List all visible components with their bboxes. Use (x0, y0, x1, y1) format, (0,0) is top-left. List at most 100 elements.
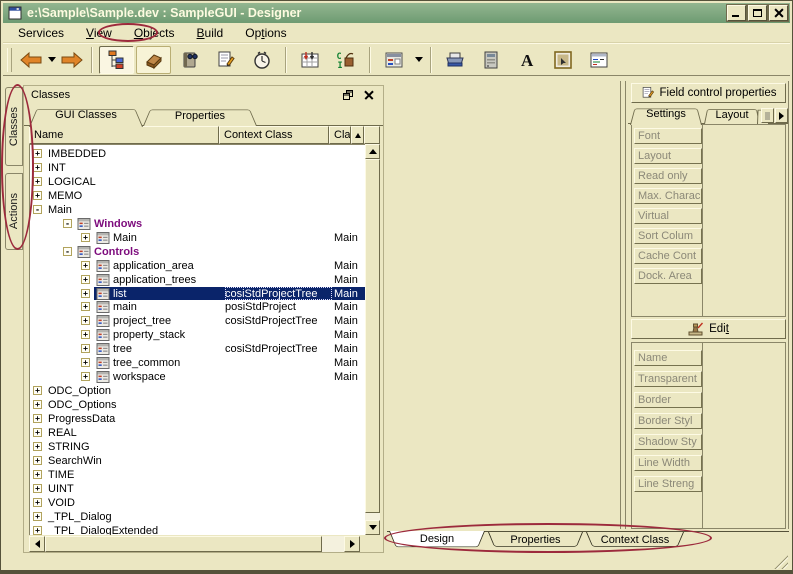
expand-icon[interactable]: + (33, 163, 42, 172)
expand-icon[interactable]: + (81, 261, 90, 270)
field-control-properties-button[interactable]: Field control properties (631, 83, 786, 103)
tree-row-time[interactable]: +TIME (30, 468, 365, 482)
column-header-name[interactable]: Name (29, 126, 219, 144)
property-button-dock-area[interactable]: Dock. Area (634, 268, 702, 284)
menu-build[interactable]: Build (186, 25, 235, 41)
scroll-down-button[interactable] (365, 520, 380, 535)
tree-row-int[interactable]: +INT (30, 161, 365, 175)
tree-row-odc-options[interactable]: +ODC_Options (30, 398, 365, 412)
scroll-left-button[interactable] (29, 536, 45, 552)
tab-gui-classes[interactable]: GUI Classes (29, 106, 143, 127)
tree-row-memo[interactable]: +MEMO (30, 189, 365, 203)
edit-document-button[interactable] (208, 46, 244, 74)
tree-row-main[interactable]: +MainMain (30, 231, 365, 245)
image-editor-button[interactable] (545, 46, 581, 74)
expand-icon[interactable]: + (33, 400, 42, 409)
tree-row-main[interactable]: +mainposiStdProjectMain (30, 300, 365, 314)
classes-panel-titlebar[interactable]: Classes (24, 86, 383, 104)
tree-row-application-trees[interactable]: +application_treesMain (30, 273, 365, 287)
form-window-dropdown-button[interactable] (412, 46, 425, 74)
form-window-button[interactable] (376, 46, 412, 74)
import-table-button[interactable] (292, 46, 328, 74)
expand-icon[interactable]: + (33, 470, 42, 479)
tab-scroll-right-button[interactable] (775, 108, 788, 123)
collapse-icon[interactable]: - (63, 247, 72, 256)
expand-icon[interactable]: + (33, 442, 42, 451)
bottom-tab-context-class[interactable]: Context Class (586, 532, 684, 549)
tree-row-windows[interactable]: -Windows (30, 217, 365, 231)
float-panel-button[interactable] (341, 88, 355, 102)
expand-icon[interactable]: + (81, 330, 90, 339)
tree-row-progressdata[interactable]: +ProgressData (30, 412, 365, 426)
property-button-name[interactable]: Name (634, 350, 702, 366)
tree-row-void[interactable]: +VOID (30, 496, 365, 510)
expand-icon[interactable]: + (81, 372, 90, 381)
expand-icon[interactable]: + (33, 484, 42, 493)
expand-icon[interactable]: + (81, 344, 90, 353)
maximize-button[interactable] (748, 5, 767, 21)
expand-icon[interactable]: + (33, 512, 42, 521)
property-button-transparent[interactable]: Transparent (634, 371, 702, 387)
menu-view[interactable]: View (75, 25, 123, 41)
toolbar-grip[interactable] (7, 48, 12, 72)
expand-icon[interactable]: + (81, 289, 90, 298)
expand-icon[interactable]: + (33, 191, 42, 200)
expand-icon[interactable]: + (33, 428, 42, 437)
splitter[interactable] (625, 81, 626, 529)
property-button-read-only[interactable]: Read only (634, 168, 702, 184)
collapse-icon[interactable]: - (63, 219, 72, 228)
machine-button[interactable] (473, 46, 509, 74)
library-book-button[interactable] (172, 46, 208, 74)
print-button[interactable] (437, 46, 473, 74)
tree-horizontal-scrollbar[interactable] (29, 536, 360, 552)
horizontal-scroll-thumb[interactable] (45, 536, 322, 552)
class-hierarchy-view-button[interactable] (99, 46, 134, 74)
tree-row-uint[interactable]: +UINT (30, 482, 365, 496)
menu-options[interactable]: Options (234, 25, 297, 41)
dock-tab-classes[interactable]: Classes (5, 87, 23, 166)
minimize-button[interactable] (727, 5, 746, 21)
tree-row-property-stack[interactable]: +property_stackMain (30, 328, 365, 342)
collapse-icon[interactable]: - (33, 205, 42, 214)
sort-ascending-button[interactable] (351, 126, 364, 144)
resize-grip[interactable] (772, 553, 788, 569)
expand-icon[interactable]: + (81, 302, 90, 311)
tree-row-tpl-dialogextended[interactable]: +_TPL_DialogExtended (30, 524, 365, 535)
navigate-forward-button[interactable] (58, 46, 86, 74)
eraser-tool-button[interactable] (136, 46, 171, 74)
tree-row-imbedded[interactable]: +IMBEDDED (30, 147, 365, 161)
expand-icon[interactable]: + (33, 386, 42, 395)
property-button-line-streng[interactable]: Line Streng (634, 476, 702, 492)
scroll-right-button[interactable] (344, 536, 360, 552)
tree-row-string[interactable]: +STRING (30, 440, 365, 454)
tree-row-list[interactable]: +listcosiStdProjectTreeMain (30, 287, 365, 301)
bottom-tab-design[interactable]: Design (389, 531, 485, 550)
expand-icon[interactable]: + (33, 498, 42, 507)
expand-icon[interactable]: + (33, 526, 42, 535)
tree-vertical-scrollbar[interactable] (365, 144, 380, 535)
property-button-max-charac[interactable]: Max. Charac (634, 188, 702, 204)
tree-row-workspace[interactable]: +workspaceMain (30, 370, 365, 384)
property-button-font[interactable]: Font (634, 128, 702, 144)
menu-objects[interactable]: Objects (123, 25, 186, 41)
expand-icon[interactable]: + (81, 358, 90, 367)
tree-row-logical[interactable]: +LOGICAL (30, 175, 365, 189)
tree-row-odc-option[interactable]: +ODC_Option (30, 384, 365, 398)
navigate-back-button[interactable] (17, 46, 45, 74)
property-button-line-width[interactable]: Line Width (634, 455, 702, 471)
close-panel-button[interactable] (362, 88, 376, 102)
expand-icon[interactable]: + (33, 177, 42, 186)
tab-layout[interactable]: Layout (704, 107, 760, 124)
property-button-cache-cont[interactable]: Cache Cont (634, 248, 702, 264)
font-button[interactable] (509, 46, 545, 74)
tab-scroll-left-button[interactable] (761, 108, 774, 123)
expand-icon[interactable]: + (33, 149, 42, 158)
property-button-border-styl[interactable]: Border Styl (634, 413, 702, 429)
tree-row-real[interactable]: +REAL (30, 426, 365, 440)
property-button-border[interactable]: Border (634, 392, 702, 408)
splitter[interactable] (620, 81, 621, 529)
navigate-history-dropdown-button[interactable] (45, 46, 58, 74)
scroll-up-button[interactable] (365, 144, 380, 159)
tree-row-tree[interactable]: +treecosiStdProjectTreeMain (30, 342, 365, 356)
tree-row-application-area[interactable]: +application_areaMain (30, 259, 365, 273)
